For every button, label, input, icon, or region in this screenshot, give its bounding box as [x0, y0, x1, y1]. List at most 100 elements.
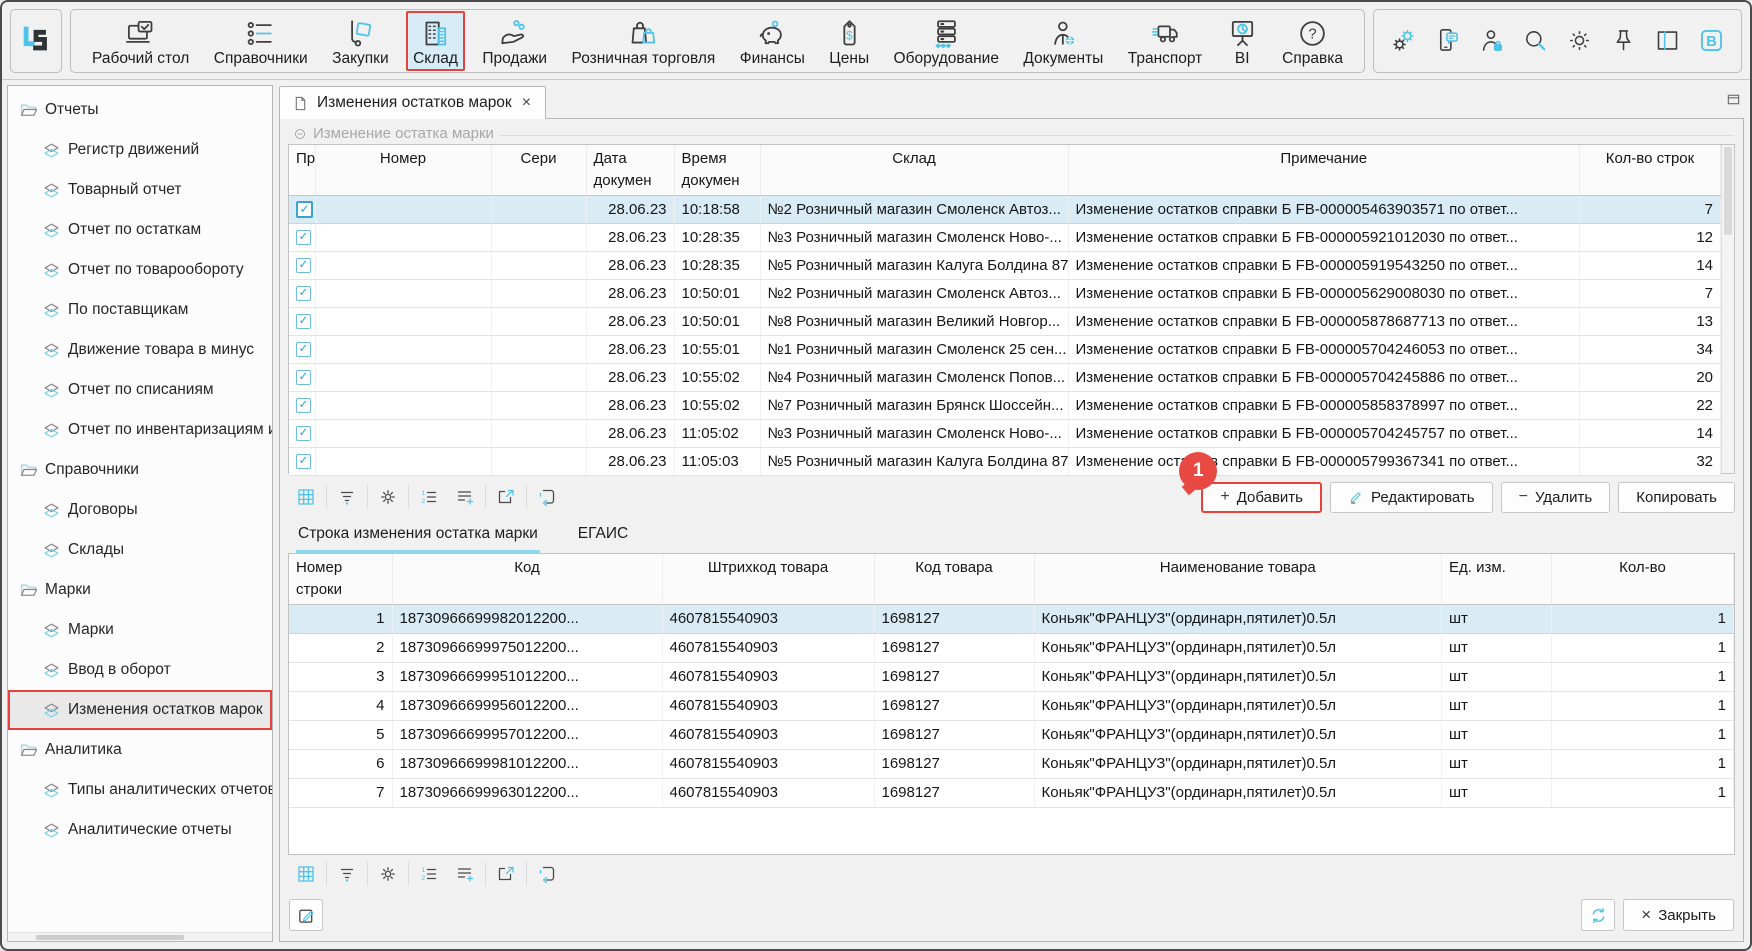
checkbox[interactable]: ✓: [296, 426, 311, 441]
add-row-icon[interactable]: [447, 484, 483, 510]
column-header-qty[interactable]: Кол-во: [1552, 554, 1734, 604]
column-header-note[interactable]: Примечание: [1068, 145, 1580, 195]
table-row[interactable]: 718730966699963012200...4607815540903169…: [289, 778, 1734, 807]
add-button[interactable]: 1 + Добавить: [1201, 482, 1322, 513]
settings-gears-icon[interactable]: [1390, 27, 1417, 54]
sidebar-item-otchet-po-inventarizatsiyam[interactable]: Отчет по инвентаризациям и: [8, 410, 272, 450]
table-row[interactable]: ✓28.06.2310:50:01№2 Розничный магазин См…: [289, 279, 1721, 307]
sidebar-item-po-postavshchikam[interactable]: По поставщикам: [8, 290, 272, 330]
sidebar-item-dvizhenie-tovara-v-minus[interactable]: Движение товара в минус: [8, 330, 272, 370]
bold-b-icon[interactable]: B: [1698, 27, 1725, 54]
split-view-icon[interactable]: [1654, 27, 1681, 54]
column-header-barcode[interactable]: Штрихкод товара: [662, 554, 874, 604]
table-grid-icon[interactable]: [288, 484, 324, 510]
checkbox[interactable]: ✓: [296, 286, 311, 301]
checkbox[interactable]: ✓: [296, 230, 311, 245]
table-row[interactable]: 618730966699981012200...4607815540903169…: [289, 749, 1734, 778]
sidebar-item-sklady[interactable]: Склады: [8, 530, 272, 570]
menu-item-tseny[interactable]: $Цены: [822, 11, 876, 71]
sidebar-item-otchet-po-spisaniyam[interactable]: Отчет по списаниям: [8, 370, 272, 410]
numbered-list-icon[interactable]: 12: [411, 861, 447, 887]
numbered-list-icon[interactable]: 12: [411, 484, 447, 510]
table-row[interactable]: ✓28.06.2311:05:03№5 Розничный магазин Ка…: [289, 447, 1721, 475]
sidebar-group-marki[interactable]: Марки: [8, 570, 272, 610]
table-row[interactable]: ✓28.06.2310:55:02№4 Розничный магазин См…: [289, 363, 1721, 391]
app-logo[interactable]: [10, 9, 62, 73]
brightness-icon[interactable]: [1566, 27, 1593, 54]
table-row[interactable]: ✓28.06.2310:50:01№8 Розничный магазин Ве…: [289, 307, 1721, 335]
tab-egais[interactable]: ЕГАИС: [576, 520, 630, 553]
checkbox[interactable]: ✓: [296, 454, 311, 469]
copy-button[interactable]: Копировать: [1618, 482, 1735, 513]
sidebar-item-analiticheskie-otchety[interactable]: Аналитические отчеты: [8, 810, 272, 850]
open-external-icon[interactable]: [488, 861, 524, 887]
filter-icon[interactable]: [329, 861, 365, 887]
menu-item-zakupki[interactable]: Закупки: [325, 11, 396, 71]
column-header-time[interactable]: Время докумен: [674, 145, 760, 195]
menu-item-bi[interactable]: BI: [1220, 11, 1265, 71]
table-row[interactable]: ✓28.06.2311:05:02№3 Розничный магазин См…: [289, 419, 1721, 447]
column-header-series[interactable]: Сери: [491, 145, 586, 195]
column-header-lines_count[interactable]: Кол-во строк: [1580, 145, 1721, 195]
sidebar-group-analitika[interactable]: Аналитика: [8, 730, 272, 770]
sidebar-group-spravochniki[interactable]: Справочники: [8, 450, 272, 490]
checkbox[interactable]: ✓: [296, 342, 311, 357]
sidebar-item-marki[interactable]: Марки: [8, 610, 272, 650]
collapse-panel-icon[interactable]: [1726, 92, 1741, 107]
edit-button[interactable]: Редактировать: [1330, 482, 1493, 513]
checkbox[interactable]: ✓: [296, 370, 311, 385]
menu-item-spravka[interactable]: ?Справка: [1275, 11, 1350, 71]
pin-icon[interactable]: [1610, 27, 1637, 54]
table-row[interactable]: 518730966699957012200...4607815540903169…: [289, 720, 1734, 749]
table-row[interactable]: ✓28.06.2310:28:35№3 Розничный магазин См…: [289, 223, 1721, 251]
column-header-date[interactable]: Дата докумен: [586, 145, 674, 195]
table-row[interactable]: ✓28.06.2310:55:02№7 Розничный магазин Бр…: [289, 391, 1721, 419]
table-row[interactable]: ✓28.06.2310:18:58№2 Розничный магазин См…: [289, 195, 1721, 223]
checkbox[interactable]: ✓: [296, 314, 311, 329]
menu-item-sklad[interactable]: Склад: [406, 11, 465, 71]
table-row[interactable]: 218730966699975012200...4607815540903169…: [289, 633, 1734, 662]
column-header-check[interactable]: Пр: [289, 145, 315, 195]
column-header-product_name[interactable]: Наименование товара: [1034, 554, 1442, 604]
column-header-unit[interactable]: Ед. изм.: [1442, 554, 1552, 604]
upper-table-vscrollbar[interactable]: [1721, 145, 1734, 473]
add-row-icon[interactable]: [447, 861, 483, 887]
table-row[interactable]: 418730966699956012200...4607815540903169…: [289, 691, 1734, 720]
menu-item-oborudovanie[interactable]: Оборудование: [887, 11, 1006, 71]
sidebar-item-tipy-analiticheskikh-otchetov[interactable]: Типы аналитических отчетов: [8, 770, 272, 810]
column-header-line_no[interactable]: Номер строки: [289, 554, 392, 604]
table-row[interactable]: ✓28.06.2310:55:01№1 Розничный магазин См…: [289, 335, 1721, 363]
checkbox[interactable]: ✓: [296, 201, 313, 218]
refresh-button[interactable]: [1581, 899, 1615, 931]
edit-note-button[interactable]: [289, 899, 323, 931]
column-header-code[interactable]: Код: [392, 554, 662, 604]
menu-item-spravochniki[interactable]: Справочники: [207, 11, 315, 71]
open-external-icon[interactable]: [488, 484, 524, 510]
menu-item-prodazhi[interactable]: Продажи: [475, 11, 554, 71]
tab-izmeneniya-ostatkov-marok[interactable]: Изменения остатков марок ×: [279, 86, 546, 119]
sidebar-item-tovarnyy-otchet[interactable]: Товарный отчет: [8, 170, 272, 210]
sidebar-item-registr-dvizheniy[interactable]: Регистр движений: [8, 130, 272, 170]
chat-phone-icon[interactable]: [1434, 27, 1461, 54]
table-row[interactable]: ✓28.06.2310:28:35№5 Розничный магазин Ка…: [289, 251, 1721, 279]
table-row[interactable]: 118730966699982012200...4607815540903169…: [289, 604, 1734, 633]
menu-item-roznichnaya-torgovlya[interactable]: Розничная торговля: [565, 11, 723, 71]
sidebar-item-otchet-po-ostatkam[interactable]: Отчет по остаткам: [8, 210, 272, 250]
menu-item-finansy[interactable]: Финансы: [733, 11, 812, 71]
checkbox[interactable]: ✓: [296, 398, 311, 413]
menu-item-transport[interactable]: Транспорт: [1121, 11, 1210, 71]
sidebar-item-otchet-po-tovarooborotu[interactable]: Отчет по товарообороту: [8, 250, 272, 290]
sidebar-item-izmeneniya-ostatkov-marok[interactable]: Изменения остатков марок: [8, 690, 272, 730]
menu-item-rabochiy-stol[interactable]: Рабочий стол: [85, 11, 196, 71]
sidebar-group-otchety[interactable]: Отчеты: [8, 90, 272, 130]
search-icon[interactable]: [1522, 27, 1549, 54]
table-row[interactable]: 318730966699951012200...4607815540903169…: [289, 662, 1734, 691]
checkbox[interactable]: ✓: [296, 258, 311, 273]
sidebar-hscrollbar-thumb[interactable]: [36, 935, 184, 940]
collapse-group-icon[interactable]: [293, 127, 307, 141]
reload-icon[interactable]: [529, 484, 565, 510]
menu-item-dokumenty[interactable]: Документы: [1016, 11, 1110, 71]
tab-stroka-izmeneniya-ostatka-marki[interactable]: Строка изменения остатка марки: [296, 520, 540, 553]
delete-button[interactable]: − Удалить: [1501, 482, 1611, 513]
sidebar-item-dogovory[interactable]: Договоры: [8, 490, 272, 530]
